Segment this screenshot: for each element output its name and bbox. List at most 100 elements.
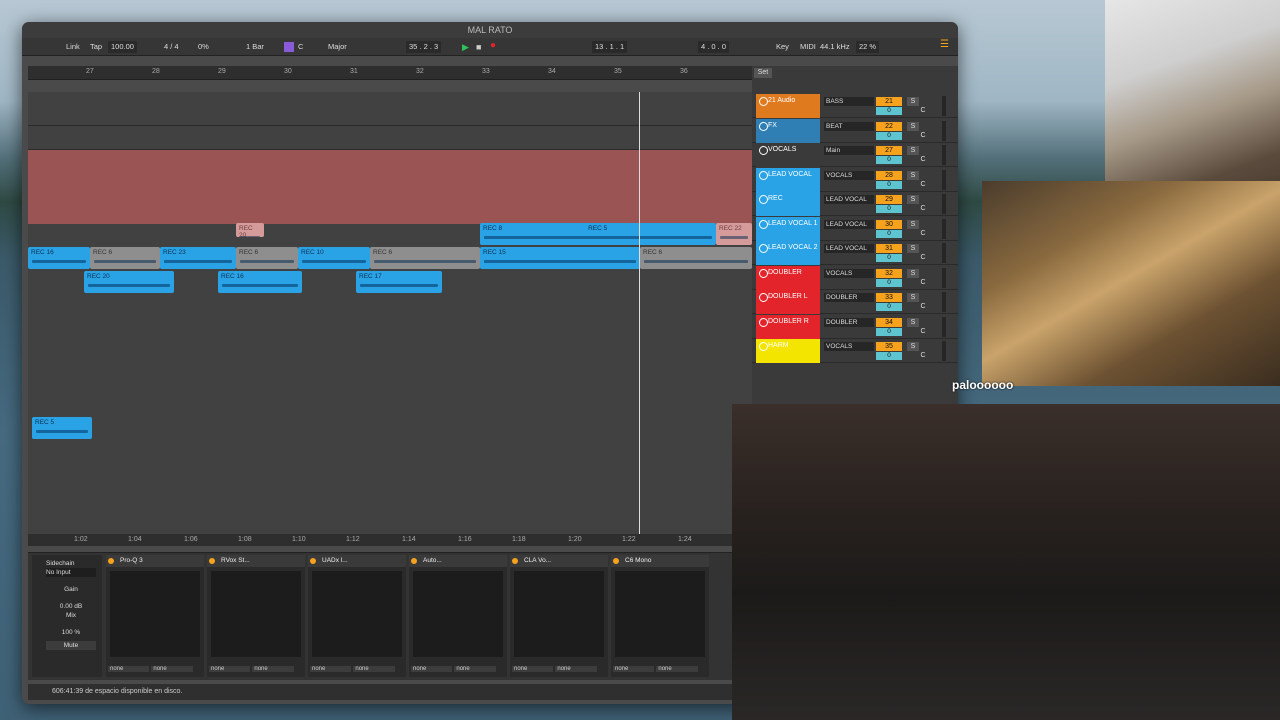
send-value[interactable]: 0	[876, 352, 902, 360]
output-routing-select[interactable]: VOCALS	[824, 170, 874, 180]
track-name[interactable]: FX	[756, 118, 820, 143]
mixer-track[interactable]: 21 Audio BASS 21 0 S C	[752, 94, 958, 118]
mixer-track[interactable]: HARM VOCALS 35 0 S C	[752, 339, 958, 363]
plugin-title[interactable]: Auto...	[409, 555, 507, 567]
macro-selectors[interactable]: none none	[613, 666, 707, 675]
macro-select[interactable]: none	[252, 666, 294, 672]
plugin-device[interactable]: UADx l... none none	[308, 555, 406, 677]
track-name[interactable]: REC	[756, 192, 820, 216]
playhead[interactable]	[639, 92, 640, 534]
track-number[interactable]: 29	[876, 195, 902, 204]
send-value[interactable]: 0	[876, 205, 902, 213]
plugin-ui[interactable]	[413, 571, 503, 657]
clip[interactable]: REC 8 REC 5	[480, 223, 716, 245]
solo-button[interactable]: S	[907, 244, 919, 253]
macro-select[interactable]: none	[454, 666, 496, 672]
scale-mode-icon[interactable]	[284, 42, 294, 52]
output-routing-select[interactable]: VOCALS	[824, 268, 874, 278]
macro-selectors[interactable]: none none	[411, 666, 505, 675]
plugin-title[interactable]: Pro-Q 3	[106, 555, 204, 567]
mixer-track[interactable]: DOUBLER R DOUBLER 34 0 S C	[752, 314, 958, 339]
macro-selectors[interactable]: none none	[108, 666, 202, 675]
solo-button[interactable]: S	[907, 121, 919, 131]
track-number[interactable]: 35	[876, 342, 902, 351]
output-routing-select[interactable]: LEAD VOCAL	[824, 244, 874, 253]
clip[interactable]: REC 6	[236, 247, 298, 269]
tap-button[interactable]: Tap	[90, 41, 102, 53]
pan-center[interactable]: C	[917, 279, 929, 288]
send-value[interactable]: 0	[876, 107, 902, 115]
plugin-device[interactable]: RVox St... none none	[207, 555, 305, 677]
track-name[interactable]: VOCALS	[756, 143, 820, 167]
output-routing-select[interactable]: LEAD VOCAL	[824, 219, 874, 229]
send-value[interactable]: 0	[876, 156, 902, 164]
track-name[interactable]: LEAD VOCAL 1	[756, 216, 820, 241]
macro-selectors[interactable]: none none	[209, 666, 303, 675]
macro-selectors[interactable]: none none	[512, 666, 606, 675]
track-number[interactable]: 22	[876, 121, 902, 131]
pan-center[interactable]: C	[917, 230, 929, 239]
pan-center[interactable]: C	[917, 107, 929, 116]
mixer-track[interactable]: LEAD VOCAL VOCALS 28 0 S C	[752, 167, 958, 192]
pan-center[interactable]: C	[917, 181, 929, 190]
plugin-device[interactable]: Auto... none none	[409, 555, 507, 677]
pan-center[interactable]: C	[917, 328, 929, 337]
plugin-device[interactable]: Pro-Q 3 none none	[106, 555, 204, 677]
track-name[interactable]: DOUBLER L	[756, 290, 820, 314]
output-routing-select[interactable]: Main	[824, 146, 874, 155]
plugin-device[interactable]: C6 Mono none none	[611, 555, 709, 677]
solo-button[interactable]: S	[907, 317, 919, 327]
menu-icon[interactable]: ☰	[940, 39, 949, 51]
track-number[interactable]: 28	[876, 170, 902, 180]
track-number[interactable]: 30	[876, 219, 902, 229]
scale-select[interactable]: Major	[328, 41, 347, 53]
play-icon[interactable]: ▶	[462, 41, 469, 53]
pan-center[interactable]: C	[917, 303, 929, 312]
macro-select[interactable]: none	[555, 666, 597, 672]
output-routing-select[interactable]: DOUBLER	[824, 293, 874, 302]
mixer-track[interactable]: FX BEAT 22 0 S C	[752, 118, 958, 143]
macro-select[interactable]: none	[613, 666, 655, 672]
quantize-select[interactable]: 1 Bar	[246, 41, 264, 53]
solo-button[interactable]: S	[907, 293, 919, 302]
link-button[interactable]: Link	[66, 41, 80, 53]
send-value[interactable]: 0	[876, 229, 902, 238]
loop-start-field[interactable]: 13 . 1 . 1	[592, 41, 628, 53]
output-routing-select[interactable]: BEAT	[824, 121, 874, 131]
output-routing-select[interactable]: DOUBLER	[824, 317, 874, 327]
macro-select[interactable]: none	[353, 666, 395, 672]
pan-center[interactable]: C	[917, 352, 929, 361]
clip[interactable]: REC 22	[716, 223, 752, 245]
mixer-track[interactable]: DOUBLER L DOUBLER 33 0 S C	[752, 290, 958, 314]
clip[interactable]: REC 15	[480, 247, 640, 269]
plugin-ui[interactable]	[110, 571, 200, 657]
midi-map-button[interactable]: MIDI	[800, 41, 816, 53]
clip[interactable]: REC 20	[236, 223, 264, 237]
solo-button[interactable]: S	[907, 342, 919, 351]
pan-center[interactable]: C	[917, 156, 929, 165]
clip[interactable]: REC 17	[356, 271, 442, 293]
key-select[interactable]: C	[298, 41, 303, 53]
macro-selectors[interactable]: none none	[310, 666, 404, 675]
pan-center[interactable]: C	[917, 205, 929, 214]
send-value[interactable]: 0	[876, 131, 902, 140]
plugin-title[interactable]: C6 Mono	[611, 555, 709, 567]
track-number[interactable]: 33	[876, 293, 902, 302]
loop-length-field[interactable]: 4 . 0 . 0	[698, 41, 730, 53]
track-name[interactable]: HARM	[756, 339, 820, 363]
macro-select[interactable]: none	[656, 666, 698, 672]
pan-center[interactable]: C	[917, 132, 929, 141]
plugin-ui[interactable]	[514, 571, 604, 657]
set-button[interactable]: Set	[754, 68, 772, 78]
clip[interactable]: REC 6	[90, 247, 160, 269]
track-name[interactable]: LEAD VOCAL	[756, 167, 820, 192]
pan-center[interactable]: C	[917, 254, 929, 263]
input-select[interactable]: No Input	[46, 568, 96, 577]
time-ruler[interactable]: 1:02 1:04 1:06 1:08 1:10 1:12 1:14 1:16 …	[28, 534, 752, 546]
plugin-ui[interactable]	[211, 571, 301, 657]
macro-select[interactable]: none	[209, 666, 251, 672]
track-number[interactable]: 31	[876, 244, 902, 253]
track-number[interactable]: 27	[876, 146, 902, 155]
swing-field[interactable]: 0%	[198, 41, 209, 53]
key-map-button[interactable]: Key	[776, 41, 789, 53]
